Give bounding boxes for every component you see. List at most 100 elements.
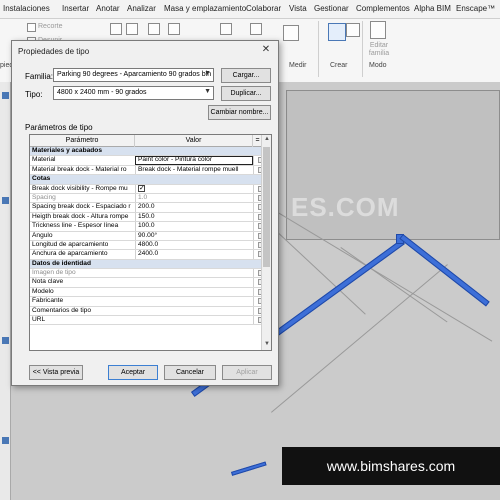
symbol-icon[interactable] <box>346 23 360 37</box>
type-parameters-label: Parámetros de tipo <box>25 123 93 132</box>
dialog-title: Propiedades de tipo <box>18 47 90 56</box>
parameter-name: Ángulo <box>32 231 53 239</box>
rotate-icon[interactable] <box>110 23 122 35</box>
tab-vista[interactable]: Vista <box>289 4 307 13</box>
parameter-row[interactable]: Spacing break dock - Espaciado r 200.0 <box>30 203 268 213</box>
parameter-value[interactable]: 100.0 <box>135 222 253 231</box>
parameter-row[interactable]: Anchura de aparcamiento 2400.0 <box>30 250 268 260</box>
parameter-row[interactable]: Trickness line - Espesor línea 100.0 <box>30 222 268 232</box>
parameter-name: Material break dock - Material ro <box>32 165 127 173</box>
parameter-value[interactable]: 150.0 <box>135 212 253 222</box>
tab-alpha-bim[interactable]: Alpha BIM <box>414 4 451 13</box>
load-button[interactable]: Cargar... <box>221 68 271 83</box>
preview-button[interactable]: << Vista previa <box>29 365 83 380</box>
parameter-row[interactable]: Material break dock - Material ro Break d… <box>30 165 268 176</box>
scale-icon[interactable] <box>250 23 262 35</box>
family-combo[interactable]: Parking 90 degrees - Aparcamiento 90 gra… <box>53 68 214 82</box>
scroll-down-icon[interactable]: ▼ <box>263 341 271 349</box>
tab-gestionar[interactable]: Gestionar <box>314 4 349 13</box>
tab-masa[interactable]: Masa y emplazamiento <box>164 4 246 13</box>
parameter-row[interactable]: Imagen de tipo <box>30 269 268 279</box>
recortar-button[interactable]: Recorte <box>38 23 63 30</box>
parameter-name: Nota clave <box>32 278 64 286</box>
parameter-value[interactable]: Paint color - Pintura color <box>135 156 253 165</box>
parameter-value[interactable]: 200.0 <box>135 203 253 212</box>
group-header[interactable]: Cotas⇑ <box>30 175 268 185</box>
panel-label-modo: Modo <box>369 62 387 69</box>
parameter-name: Fabricante <box>32 297 64 305</box>
parameter-name: Heigth break dock - Altura rompe <box>32 212 129 220</box>
parameter-name: URL <box>32 316 46 324</box>
component-icon[interactable] <box>328 23 346 41</box>
medir-icon[interactable] <box>283 25 299 41</box>
ribbon-divider <box>318 21 319 77</box>
parameter-row[interactable]: Comentarios de tipo <box>30 306 268 317</box>
column-valor[interactable]: Valor <box>135 135 253 147</box>
parameter-row[interactable]: Break dock visibility - Rompe mu ✓ <box>30 184 268 194</box>
checkmark-icon[interactable]: ✓ <box>138 184 145 192</box>
array-icon[interactable] <box>220 23 232 35</box>
tab-anotar[interactable]: Anotar <box>96 4 120 13</box>
type-properties-dialog: Propiedades de tipo ✕ Familia: Parking 9… <box>11 40 279 386</box>
palette-marker <box>2 92 9 99</box>
parameter-value[interactable]: 2400.0 <box>135 250 253 259</box>
column-parametro[interactable]: Parámetro <box>30 135 135 147</box>
move-icon[interactable] <box>148 23 160 35</box>
tab-insertar[interactable]: Insertar <box>62 4 89 13</box>
break-dock-beam[interactable] <box>231 461 267 476</box>
grid-scrollbar[interactable]: ▲ ▼ <box>261 135 271 350</box>
parameter-row[interactable]: Ángulo 90.00° <box>30 231 268 241</box>
parameter-row[interactable]: URL <box>30 316 268 326</box>
tab-analizar[interactable]: Analizar <box>127 4 156 13</box>
parameter-row[interactable]: Fabricante <box>30 297 268 307</box>
parameter-row[interactable]: Spacing 1.0 <box>30 193 268 204</box>
parameter-value[interactable]: 1.0 <box>135 193 253 203</box>
floor-edge-line <box>271 264 448 413</box>
tab-colaborar[interactable]: Colaborar <box>246 4 281 13</box>
type-value: 4800 x 2400 mm - 90 grados <box>57 89 147 96</box>
palette-marker <box>2 337 9 344</box>
copy-icon[interactable] <box>168 23 180 35</box>
edit-family-button[interactable]: Editar familia <box>368 42 390 58</box>
group-header[interactable]: Materiales y acabados⇑ <box>30 147 268 157</box>
scroll-up-icon[interactable]: ▲ <box>263 136 271 144</box>
parameter-row[interactable]: Longitud de aparcamiento 4800.0 <box>30 240 268 251</box>
parameter-value[interactable]: 4800.0 <box>135 240 253 250</box>
cancel-button[interactable]: Cancelar <box>164 365 216 380</box>
tab-complementos[interactable]: Complementos <box>356 4 410 13</box>
type-label: Tipo: <box>25 90 43 99</box>
parameter-name: Comentarios de tipo <box>32 306 92 314</box>
type-combo[interactable]: 4800 x 2400 mm - 90 grados ▼ <box>53 86 214 100</box>
parameter-value[interactable]: Break dock - Material rompe muell <box>135 165 253 175</box>
parameter-name: Material <box>32 156 56 164</box>
palette-marker <box>2 197 9 204</box>
duplicate-button[interactable]: Duplicar... <box>221 86 271 101</box>
parameter-row[interactable]: Heigth break dock - Altura rompe 150.0 <box>30 212 268 223</box>
parameter-name: Anchura de aparcamiento <box>32 250 108 258</box>
ribbon-tabs: Instalaciones Insertar Anotar Analizar M… <box>0 0 500 19</box>
parameter-name: Imagen de tipo <box>32 269 76 277</box>
group-header[interactable]: Datos de identidad⇑ <box>30 259 268 270</box>
mirror-icon[interactable] <box>126 23 138 35</box>
properties-palette-edge <box>0 82 11 500</box>
parameter-row[interactable]: Modelo <box>30 287 268 298</box>
chevron-down-icon: ▼ <box>204 70 211 77</box>
group-name: Datos de identidad <box>32 259 91 267</box>
parameter-checkbox[interactable]: ✓ <box>135 184 253 193</box>
rename-button[interactable]: Cambiar nombre... <box>208 105 271 120</box>
parameter-value[interactable]: 90.00° <box>135 231 253 240</box>
tab-enscape[interactable]: Enscape™ <box>456 4 495 13</box>
grid-header: Parámetro Valor = <box>30 135 268 147</box>
parameter-row[interactable]: Material Paint color - Pintura color <box>30 156 268 166</box>
scrollbar-thumb[interactable] <box>263 147 270 267</box>
break-dock-beam[interactable] <box>399 234 490 307</box>
ok-button[interactable]: Aceptar <box>108 365 158 380</box>
parameter-name: Trickness line - Espesor línea <box>32 222 119 230</box>
parameter-row[interactable]: Nota clave <box>30 278 268 288</box>
watermark: ES.COM <box>291 192 400 222</box>
tab-instalaciones[interactable]: Instalaciones <box>3 4 50 13</box>
chevron-down-icon: ▼ <box>204 88 211 95</box>
close-icon[interactable]: ✕ <box>260 44 272 56</box>
edit-family-icon[interactable] <box>370 21 386 39</box>
apply-button[interactable]: Aplicar <box>222 365 272 380</box>
